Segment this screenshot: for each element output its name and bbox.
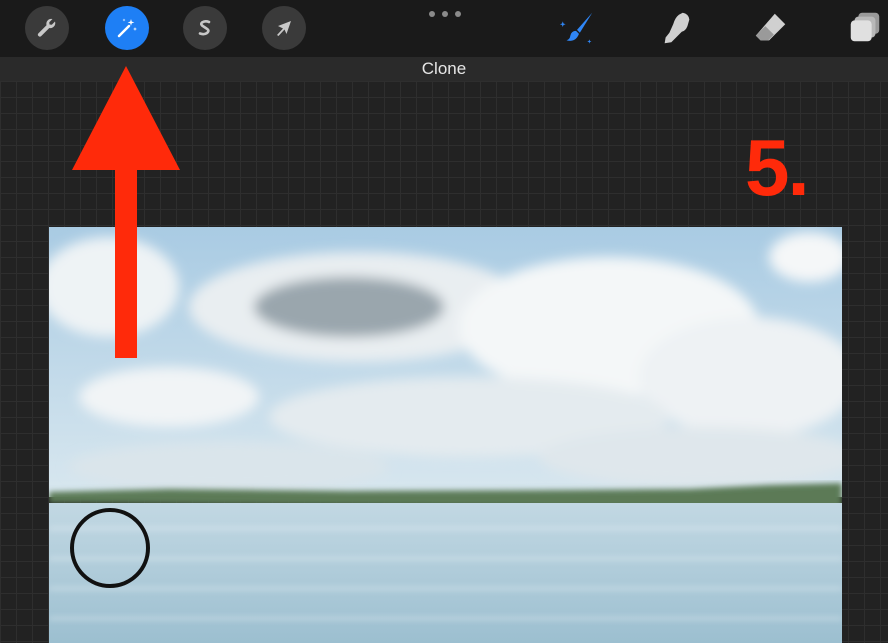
clone-source-circle-icon[interactable] <box>70 508 150 588</box>
selection-button[interactable] <box>183 6 227 50</box>
mode-label: Clone <box>421 59 467 78</box>
arrow-cursor-icon <box>277 21 291 36</box>
transform-button[interactable] <box>262 6 306 50</box>
selection-s-icon <box>198 20 211 36</box>
paintbrush-icon <box>559 12 593 44</box>
more-dots-icon[interactable] <box>429 9 461 19</box>
actions-button[interactable] <box>25 6 69 50</box>
up-arrow-icon <box>72 66 180 358</box>
layers-button[interactable] <box>844 8 886 48</box>
layers-icon <box>850 12 880 42</box>
smudge-finger-icon <box>664 12 690 44</box>
step-number-annotation: 5. <box>745 123 810 212</box>
erase-button[interactable] <box>750 8 792 48</box>
smudge-button[interactable] <box>656 8 698 48</box>
wrench-icon <box>37 18 56 37</box>
eraser-icon <box>755 13 786 41</box>
adjustments-button[interactable] <box>105 6 149 50</box>
magic-wand-icon <box>117 18 137 38</box>
paint-button[interactable] <box>556 8 598 48</box>
top-toolbar <box>0 0 888 57</box>
